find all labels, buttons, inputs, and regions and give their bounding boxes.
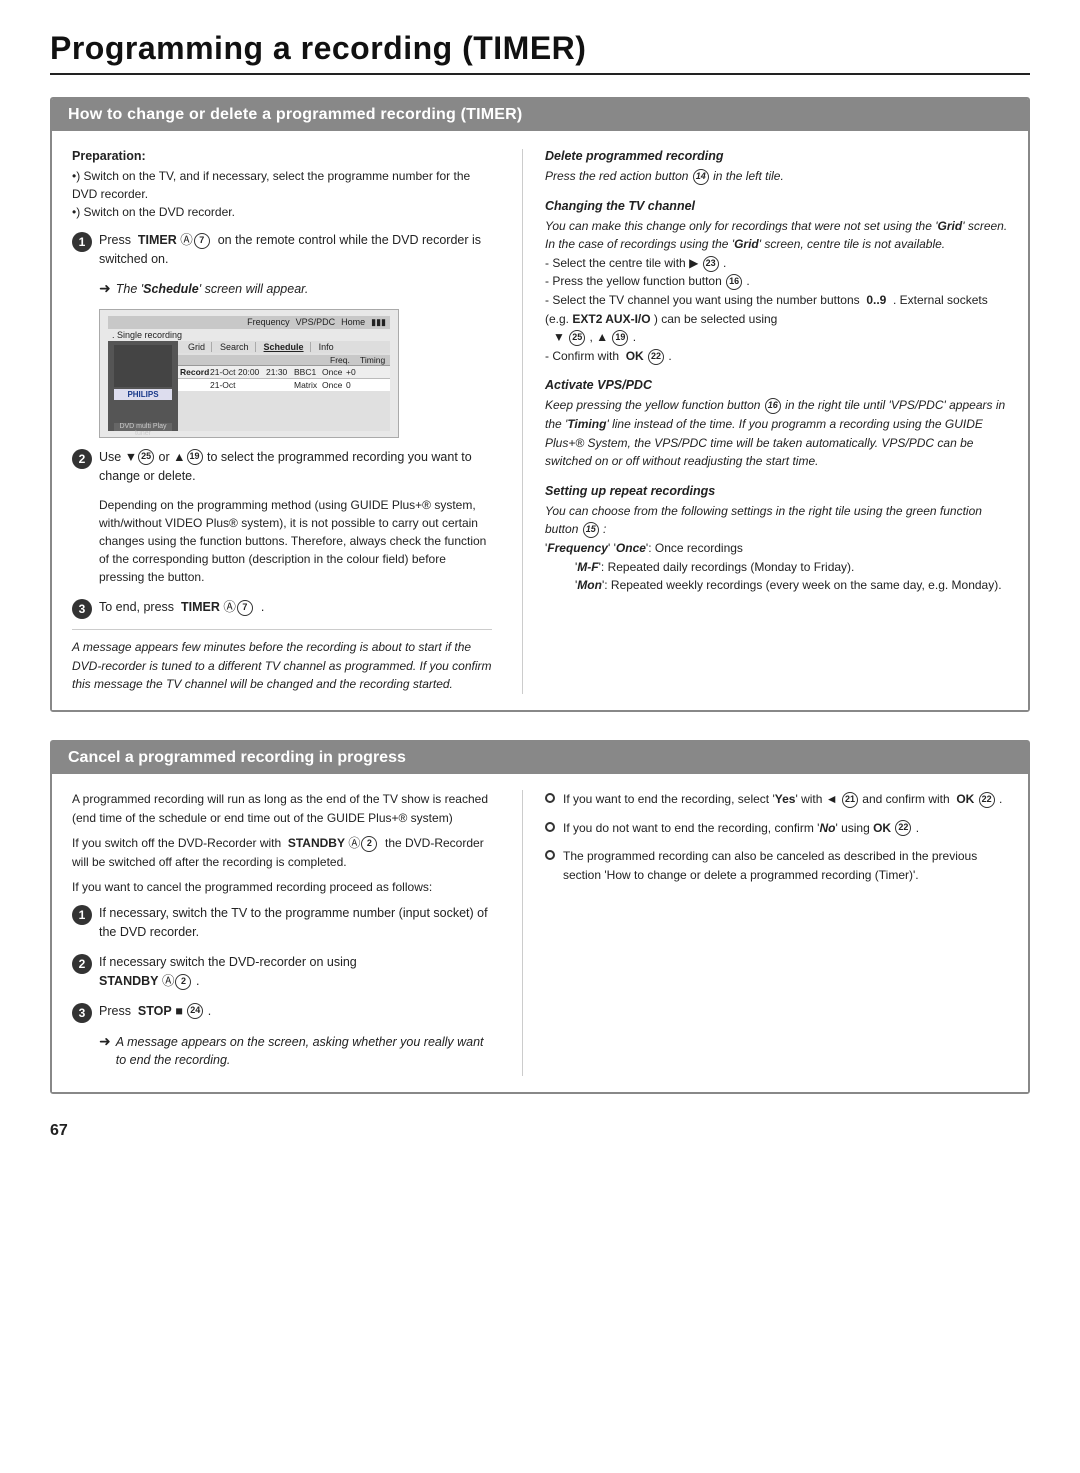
subsection-delete: Delete programmed recording Press the re… xyxy=(545,149,1008,186)
cancel-right: If you want to end the recording, select… xyxy=(522,790,1008,1076)
cancel-step-3-circle: 3 xyxy=(72,1003,92,1023)
cancel-step-3-arrow: ➜ A message appears on the screen, askin… xyxy=(99,1033,492,1071)
subsection-repeat: Setting up repeat recordings You can cho… xyxy=(545,484,1008,595)
delete-title: Delete programmed recording xyxy=(545,149,1008,163)
activate-vps-text: Keep pressing the yellow function button… xyxy=(545,396,1008,470)
right-column: Delete programmed recording Press the re… xyxy=(522,149,1008,694)
cancel-step-2-circle: 2 xyxy=(72,954,92,974)
prep-title: Preparation: xyxy=(72,149,492,163)
cancel-intro-2: If you switch off the DVD-Recorder with … xyxy=(72,834,492,871)
bullet-circle-2 xyxy=(545,822,555,832)
changing-channel-text: You can make this change only for record… xyxy=(545,217,1008,366)
cancel-bullet-1-text: If you want to end the recording, select… xyxy=(563,790,1002,809)
bottom-italic-text: A message appears few minutes before the… xyxy=(72,629,492,694)
step-1: 1 Press TIMER Ⓐ7 on the remote control w… xyxy=(72,231,492,270)
cancel-bullet-3-text: The programmed recording can also be can… xyxy=(563,847,1008,884)
cancel-step-3-text: Press STOP ■ 24 . xyxy=(99,1002,211,1021)
bullet-circle-1 xyxy=(545,793,555,803)
repeat-text: You can choose from the following settin… xyxy=(545,502,1008,595)
cancel-content: A programmed recording will run as long … xyxy=(52,774,1028,1092)
subsection-changing-channel: Changing the TV channel You can make thi… xyxy=(545,199,1008,366)
bullet-circle-3 xyxy=(545,850,555,860)
changing-channel-title: Changing the TV channel xyxy=(545,199,1008,213)
cancel-bullet-1: If you want to end the recording, select… xyxy=(545,790,1008,809)
step-1-text: Press TIMER Ⓐ7 on the remote control whi… xyxy=(99,231,492,270)
step-2-body: Depending on the programming method (usi… xyxy=(99,496,492,586)
cancel-bullet-3: The programmed recording can also be can… xyxy=(545,847,1008,884)
page-title: Programming a recording (TIMER) xyxy=(50,30,1030,67)
cancel-left: A programmed recording will run as long … xyxy=(72,790,492,1076)
step-2: 2 Use ▼25 or ▲19 to select the programme… xyxy=(72,448,492,487)
activate-vps-title: Activate VPS/PDC xyxy=(545,378,1008,392)
section-cancel: Cancel a programmed recording in progres… xyxy=(50,740,1030,1094)
title-divider xyxy=(50,73,1030,75)
page-number: 67 xyxy=(50,1122,1030,1140)
cancel-intro-3: If you want to cancel the programmed rec… xyxy=(72,878,492,897)
dvd-image xyxy=(114,345,172,387)
cancel-step-2-text: If necessary switch the DVD-recorder on … xyxy=(99,953,357,992)
step-2-circle: 2 xyxy=(72,449,92,469)
prep-text: •) Switch on the TV, and if necessary, s… xyxy=(72,167,492,221)
cancel-step-3: 3 Press STOP ■ 24 . xyxy=(72,1002,492,1023)
section-change-delete: How to change or delete a programmed rec… xyxy=(50,97,1030,712)
cancel-step-1-text: If necessary, switch the TV to the progr… xyxy=(99,904,492,943)
step-2-text: Use ▼25 or ▲19 to select the programmed … xyxy=(99,448,492,487)
step-1-circle: 1 xyxy=(72,232,92,252)
delete-text: Press the red action button 14 in the le… xyxy=(545,167,1008,186)
section-change-delete-header: How to change or delete a programmed rec… xyxy=(52,99,1028,131)
cancel-header: Cancel a programmed recording in progres… xyxy=(52,742,1028,774)
step-3: 3 To end, press TIMER Ⓐ7 . xyxy=(72,598,492,619)
cancel-step-2: 2 If necessary switch the DVD-recorder o… xyxy=(72,953,492,992)
cancel-step-1: 1 If necessary, switch the TV to the pro… xyxy=(72,904,492,943)
step-3-circle: 3 xyxy=(72,599,92,619)
repeat-title: Setting up repeat recordings xyxy=(545,484,1008,498)
step-3-text: To end, press TIMER Ⓐ7 . xyxy=(99,598,264,617)
cancel-step-1-circle: 1 xyxy=(72,905,92,925)
dvd-screen: Frequency VPS/PDC Home ▮▮▮ . Single reco… xyxy=(99,309,399,438)
step-1-arrow: ➜ The 'Schedule' screen will appear. xyxy=(99,280,492,299)
left-column: Preparation: •) Switch on the TV, and if… xyxy=(72,149,492,694)
subsection-activate-vps: Activate VPS/PDC Keep pressing the yello… xyxy=(545,378,1008,470)
cancel-bullet-2: If you do not want to end the recording,… xyxy=(545,819,1008,838)
cancel-intro-1: A programmed recording will run as long … xyxy=(72,790,492,827)
cancel-bullet-2-text: If you do not want to end the recording,… xyxy=(563,819,919,838)
section-change-delete-content: Preparation: •) Switch on the TV, and if… xyxy=(52,131,1028,710)
